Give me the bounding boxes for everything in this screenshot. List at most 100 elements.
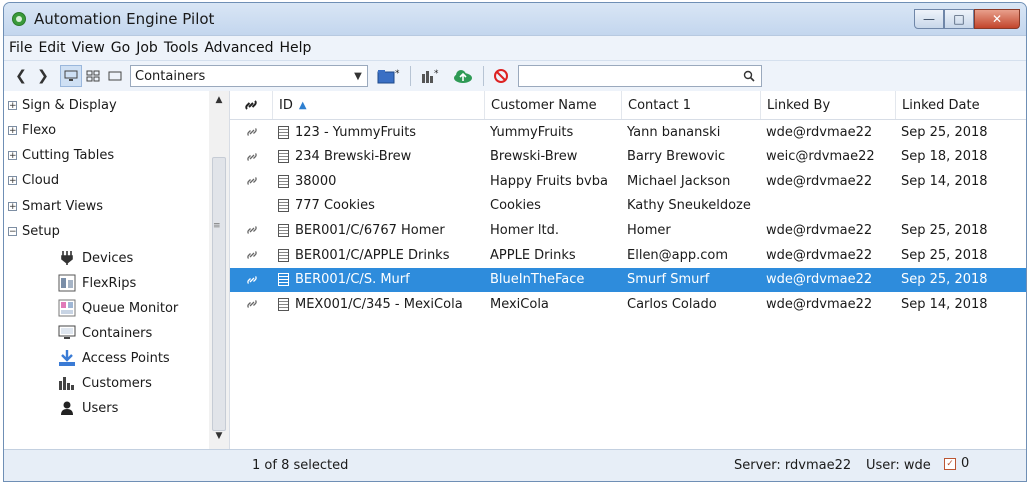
menu-edit[interactable]: Edit [35, 40, 68, 56]
table-row[interactable]: BER001/C/6767 Homer Homer ltd. Homer wde@rd… [230, 218, 1026, 242]
container-icon [278, 223, 289, 237]
maximize-button[interactable]: □ [944, 9, 974, 29]
scroll-down-icon[interactable]: ▼ [209, 431, 229, 445]
navigation-tree: + Sign & Display + Flexo + Cutting Table… [4, 91, 210, 449]
cell-text: wde@rdvmae22 [766, 296, 873, 312]
link-icon [244, 221, 260, 239]
thumbnail-view-icon[interactable] [82, 65, 104, 87]
menu-job[interactable]: Job [133, 40, 161, 56]
cell-linked-by: weic@rdvmae22 [760, 145, 895, 169]
table-header: ID ▲ Customer Name Contact 1 Linked By L… [230, 91, 1026, 120]
expand-icon[interactable]: + [8, 150, 17, 160]
expand-icon[interactable]: + [8, 100, 17, 110]
cell-text: wde@rdvmae22 [766, 173, 873, 189]
flexrips-icon [58, 274, 76, 292]
forward-button[interactable]: ❯ [32, 65, 54, 87]
tree-item-users[interactable]: Users [58, 396, 118, 420]
tree-item-queue-monitor[interactable]: Queue Monitor [58, 296, 178, 320]
column-header-customer-name[interactable]: Customer Name [484, 91, 621, 119]
tree-item-cutting-tables[interactable]: + Cutting Tables [8, 144, 114, 166]
tree-item-smart-views[interactable]: + Smart Views [8, 195, 103, 217]
containers-table: ID ▲ Customer Name Contact 1 Linked By L… [230, 91, 1026, 449]
cell-linked-by: wde@rdvmae22 [760, 292, 895, 316]
notifications-indicator[interactable]: ✓ 0 [944, 456, 969, 471]
search-input[interactable] [518, 65, 762, 87]
menu-go[interactable]: Go [108, 40, 133, 56]
cell-text: Yann bananski [627, 124, 721, 140]
back-button[interactable]: ❮ [10, 65, 32, 87]
cell-text: Sep 25, 2018 [901, 247, 988, 263]
tree-item-access-points[interactable]: Access Points [58, 346, 170, 370]
cell-text: YummyFruits [490, 124, 574, 140]
new-container-icon[interactable]: * [374, 65, 404, 87]
close-button[interactable]: ✕ [974, 9, 1020, 29]
cell-text: Sep 25, 2018 [901, 272, 988, 288]
tree-item-label: Cloud [22, 172, 60, 188]
tree-item-flexo[interactable]: + Flexo [8, 119, 56, 141]
link-customer-icon[interactable]: * [417, 65, 445, 87]
cell-customer: Cookies [484, 194, 621, 218]
tree-item-label: Sign & Display [22, 97, 117, 113]
stop-icon[interactable] [490, 65, 512, 87]
table-row[interactable]: BER001/C/APPLE Drinks APPLE Drinks Ellen@a… [230, 243, 1026, 267]
menu-tools[interactable]: Tools [161, 40, 202, 56]
table-row[interactable]: 123 - YummyFruits YummyFruits Yann banansk… [230, 120, 1026, 144]
title-bar[interactable]: Automation Engine Pilot — □ ✕ [4, 3, 1026, 35]
column-header-id[interactable]: ID ▲ [272, 91, 484, 119]
tree-item-containers[interactable]: Containers [58, 321, 152, 345]
scrollbar-thumb[interactable] [212, 157, 226, 431]
tree-item-customers[interactable]: Customers [58, 371, 152, 395]
toolbar: ❮ ❯ Containers ▼ * * [4, 60, 1026, 92]
menu-help[interactable]: Help [276, 40, 314, 56]
sidebar-scrollbar[interactable]: ▲ ≡ ▼ [209, 91, 230, 449]
column-header-linked-by[interactable]: Linked By [760, 91, 895, 119]
cell-text: BER001/C/APPLE Drinks [295, 247, 450, 263]
selection-status: 1 of 8 selected [252, 458, 349, 473]
window-view-icon[interactable] [104, 65, 126, 87]
toolbar-separator [483, 66, 484, 86]
table-row[interactable]: 38000 Happy Fruits bvba Michael Jackson wde… [230, 169, 1026, 193]
cell-date: Sep 14, 2018 [895, 292, 1026, 316]
status-bar: 1 of 8 selected Server: rdvmae22 User: w… [4, 449, 1026, 481]
cell-customer: Brewski-Brew [484, 145, 621, 169]
link-icon [244, 271, 260, 289]
menu-bar: File Edit View Go Job Tools Advanced Hel… [4, 35, 1026, 60]
user-status: User: wde [866, 458, 931, 473]
menu-file[interactable]: File [6, 40, 35, 56]
column-header-linked-date[interactable]: Linked Date [895, 91, 1026, 119]
cell-text: weic@rdvmae22 [766, 149, 875, 165]
expand-icon[interactable]: + [8, 125, 17, 135]
collapse-icon[interactable]: − [8, 226, 17, 236]
tree-item-setup[interactable]: − Setup [8, 220, 60, 242]
menu-advanced[interactable]: Advanced [201, 40, 276, 56]
cloud-upload-icon[interactable] [449, 65, 477, 87]
menu-view[interactable]: View [69, 40, 108, 56]
devices-icon [58, 249, 76, 267]
column-header-label: Customer Name [491, 97, 597, 113]
tree-item-cloud[interactable]: + Cloud [8, 169, 59, 191]
search-icon[interactable] [743, 70, 755, 82]
users-icon [58, 399, 76, 417]
cell-text: Barry Brewovic [627, 149, 726, 165]
cell-text: Carlos Colado [627, 296, 717, 312]
tree-item-flexrips[interactable]: FlexRips [58, 271, 136, 295]
cell-text: Sep 25, 2018 [901, 124, 988, 140]
monitor-view-icon[interactable] [60, 65, 82, 87]
column-header-contact[interactable]: Contact 1 [621, 91, 760, 119]
cell-id: BER001/C/S. Murf [272, 268, 484, 292]
cell-date: Sep 18, 2018 [895, 145, 1026, 169]
table-row[interactable]: 777 Cookies Cookies Kathy Sneukeldoze [230, 194, 1026, 218]
view-selector-dropdown[interactable]: Containers ▼ [130, 65, 368, 87]
table-row[interactable]: 234 Brewski-Brew Brewski-Brew Barry Brewov… [230, 145, 1026, 169]
tree-item-devices[interactable]: Devices [58, 246, 133, 270]
expand-icon[interactable]: + [8, 175, 17, 185]
expand-icon[interactable]: + [8, 201, 17, 211]
table-row[interactable]: MEX001/C/345 - MexiCola MexiCola Carlos Co… [230, 292, 1026, 316]
grip-icon: ≡ [213, 221, 221, 231]
scroll-up-icon[interactable]: ▲ [209, 95, 229, 109]
column-header-link[interactable] [230, 91, 272, 119]
table-row[interactable]: BER001/C/S. Murf BlueInTheFace Smurf Smurf… [230, 267, 1026, 292]
cell-text: APPLE Drinks [490, 247, 576, 263]
tree-item-sign-display[interactable]: + Sign & Display [8, 94, 117, 116]
minimize-button[interactable]: — [914, 9, 944, 29]
